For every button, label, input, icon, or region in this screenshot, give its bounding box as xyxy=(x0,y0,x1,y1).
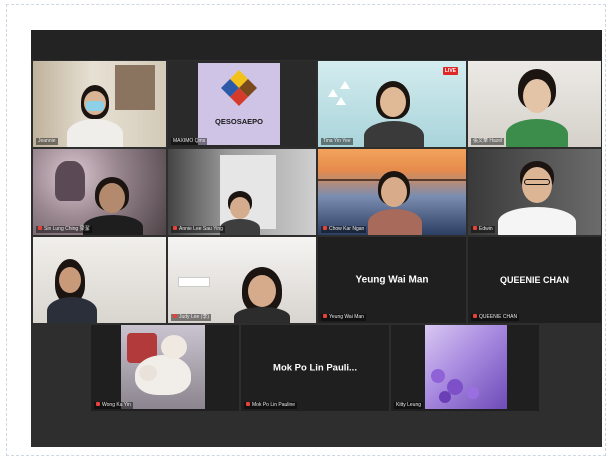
participant-display-name: QUEENIE CHAN xyxy=(499,275,569,285)
muted-mic-icon xyxy=(96,402,100,406)
video-tile-5[interactable]: Sin Lung Ching 梁潔 xyxy=(33,149,166,235)
muted-mic-icon xyxy=(323,314,327,318)
zoom-gallery-window: Jeannie QESOSAEPO MAXIMO Qms LIVE Tina Y… xyxy=(31,30,602,447)
video-tile-15[interactable]: Kitty Leung xyxy=(391,325,539,411)
participant-display-name: Mok Po Lin Pauli... xyxy=(273,362,357,374)
video-tile-10[interactable]: Judy Lee (李) xyxy=(168,237,316,323)
participant-name: 張文華 Hazel xyxy=(471,138,505,145)
organization-logo-icon xyxy=(221,70,257,106)
muted-mic-icon xyxy=(246,402,250,406)
participant-name: Wong Ka Yin xyxy=(94,402,133,409)
muted-mic-icon xyxy=(473,314,477,318)
participant-name: Sin Lung Ching 梁潔 xyxy=(36,226,92,233)
muted-mic-icon xyxy=(38,226,42,230)
participant-name: QUEENIE CHAN xyxy=(471,314,520,321)
muted-mic-icon xyxy=(473,226,477,230)
muted-mic-icon xyxy=(173,226,177,230)
video-tile-14[interactable]: Mok Po Lin Pauli... Mok Po Lin Pauline xyxy=(241,325,389,411)
muted-mic-icon xyxy=(323,226,327,230)
video-tile-2[interactable]: QESOSAEPO MAXIMO Qms xyxy=(168,61,316,147)
organization-logo-text: QESOSAEPO xyxy=(215,117,263,126)
video-tile-12[interactable]: QUEENIE CHAN QUEENIE CHAN xyxy=(468,237,601,323)
participant-name: Mok Po Lin Pauline xyxy=(244,402,298,409)
participant-name: Yeung Wai Man xyxy=(321,314,366,321)
participant-name: Kitty Leung xyxy=(394,402,424,409)
participant-name: Edwin xyxy=(471,226,495,233)
video-tile-1[interactable]: Jeannie xyxy=(33,61,166,147)
participant-name: Tina Yin Yee xyxy=(321,138,353,145)
video-tile-13[interactable]: Wong Ka Yin xyxy=(91,325,239,411)
participant-name: MAXIMO Qms xyxy=(171,138,208,145)
video-tile-3[interactable]: LIVE Tina Yin Yee xyxy=(318,61,466,147)
muted-mic-icon xyxy=(173,314,177,318)
live-badge: LIVE xyxy=(442,67,458,75)
participant-display-name: Yeung Wai Man xyxy=(355,274,429,286)
participant-name: Annie Lee Sau Ying xyxy=(171,226,225,233)
video-tile-6[interactable]: Annie Lee Sau Ying xyxy=(168,149,316,235)
video-tile-7[interactable]: Chow Kar Ngan xyxy=(318,149,466,235)
video-tile-11[interactable]: Yeung Wai Man Yeung Wai Man xyxy=(318,237,466,323)
participant-name: Chow Kar Ngan xyxy=(321,226,367,233)
participant-name: Jeannie xyxy=(36,138,58,145)
video-tile-9[interactable] xyxy=(33,237,166,323)
video-tile-4[interactable]: 張文華 Hazel xyxy=(468,61,601,147)
participant-name: Judy Lee (李) xyxy=(171,314,212,321)
video-tile-8[interactable]: Edwin xyxy=(468,149,601,235)
window-top-bar xyxy=(31,30,602,60)
